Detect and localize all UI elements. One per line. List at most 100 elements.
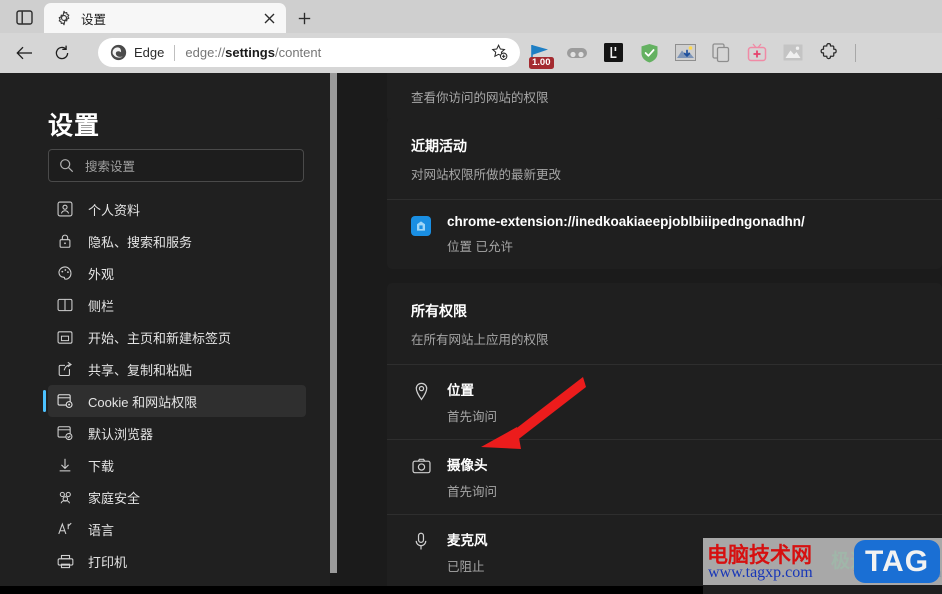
sidebar-item-label: 侧栏 xyxy=(88,298,115,314)
extension-page-icon xyxy=(411,216,431,236)
site-permissions-overview-card: · 查看你访问的网站的权限 xyxy=(387,73,942,122)
image-download-extension-icon[interactable] xyxy=(672,40,698,66)
adguard-shield-extension-icon[interactable] xyxy=(636,40,662,66)
address-bar[interactable]: Edge edge://settings/content xyxy=(98,38,520,67)
omnibox-brand-label: Edge xyxy=(134,45,165,60)
overview-card-sub: 查看你访问的网站的权限 xyxy=(411,91,549,105)
sidebar-item-label: 个人资料 xyxy=(88,202,141,218)
sidebar-item-profile[interactable]: 个人资料 xyxy=(48,193,306,225)
search-settings-input[interactable]: 搜索设置 xyxy=(85,156,135,175)
page-scrollbar[interactable] xyxy=(330,73,338,594)
permission-row-location[interactable]: 位置 首先询问 xyxy=(387,364,942,439)
sidebar-item-label: 默认浏览器 xyxy=(88,426,154,442)
bottom-black-strip xyxy=(0,586,703,594)
tv-extension-icon[interactable] xyxy=(744,40,770,66)
edge-logo-icon xyxy=(110,44,127,61)
lock-icon xyxy=(56,232,74,250)
split-screen-icon[interactable] xyxy=(8,5,40,29)
url-path: /content xyxy=(274,45,322,60)
cookie-gear-icon xyxy=(56,392,74,410)
tab-title: 设置 xyxy=(81,12,107,27)
browser-window: 设置 Edge edge://settings/content 1.00 设置 … xyxy=(0,0,942,594)
share-icon xyxy=(56,360,74,378)
location-pin-icon xyxy=(411,381,431,401)
sidebar-icon xyxy=(56,296,74,314)
omnibox-divider xyxy=(174,44,176,61)
home-tab-icon xyxy=(56,328,74,346)
permission-row-camera[interactable]: 摄像头 首先询问 xyxy=(387,439,942,514)
all-permissions-title: 所有权限 xyxy=(411,303,467,319)
profile-icon xyxy=(56,200,74,218)
sidebar-item-family-safety[interactable]: 家庭安全 xyxy=(48,481,306,513)
toolbar-divider xyxy=(855,43,856,62)
flag-extension-icon[interactable]: 1.00 xyxy=(528,40,554,69)
sidebar-item-cookies-site-permissions[interactable]: Cookie 和网站权限 xyxy=(43,385,306,417)
watermark-site-url: www.tagxp.com xyxy=(708,564,813,581)
family-icon xyxy=(56,488,74,506)
extension-toolbar: 1.00 xyxy=(528,38,859,69)
watermark: 极速下载 www.3x27.com 电脑技术网 www.tagxp.com TA… xyxy=(703,538,942,585)
sidebar-item-default-browser[interactable]: 默认浏览器 xyxy=(48,417,306,449)
close-icon[interactable] xyxy=(258,7,280,29)
microphone-icon xyxy=(411,531,431,551)
page-title: 设置 xyxy=(48,112,101,140)
recent-activity-head: 近期活动 对网站权限所做的最新更改 xyxy=(387,118,942,199)
sidebar-item-sidebar[interactable]: 侧栏 xyxy=(48,289,306,321)
permission-camera-body: 摄像头 首先询问 xyxy=(447,454,918,500)
recent-activity-entry-status: 位置 已允许 xyxy=(447,240,513,254)
puzzle-extensions-icon[interactable] xyxy=(816,40,842,66)
sidebar-item-label: 共享、复制和粘贴 xyxy=(88,362,193,378)
sidebar-item-label: 外观 xyxy=(88,266,115,282)
default-browser-icon xyxy=(56,424,74,442)
picture-extension-icon[interactable] xyxy=(780,40,806,66)
sidebar-item-downloads[interactable]: 下载 xyxy=(48,449,306,481)
sidebar-item-label: 打印机 xyxy=(88,554,128,570)
recent-activity-sub: 对网站权限所做的最新更改 xyxy=(411,168,562,182)
all-permissions-head: 所有权限 在所有网站上应用的权限 xyxy=(387,283,942,364)
language-icon xyxy=(56,520,74,538)
watermark-tag-logo: TAG xyxy=(854,540,940,583)
gear-icon xyxy=(56,10,72,26)
url-host: settings xyxy=(225,45,275,60)
download-icon xyxy=(56,456,74,474)
permission-status: 首先询问 xyxy=(447,410,498,424)
letter-l-extension-icon[interactable] xyxy=(600,40,626,66)
url-prefix: edge:// xyxy=(185,45,226,60)
camera-icon xyxy=(411,456,431,476)
sidebar-item-start-home-newtab[interactable]: 开始、主页和新建标签页 xyxy=(48,321,306,353)
recent-activity-entry-body: chrome-extension://inedkoakiaeepjoblbiii… xyxy=(447,214,918,255)
goggles-extension-icon[interactable] xyxy=(564,40,590,66)
sidebar-item-appearance[interactable]: 外观 xyxy=(48,257,306,289)
omnibox-url[interactable]: edge://settings/content xyxy=(185,45,487,60)
page-scrollbar-thumb[interactable] xyxy=(330,73,337,573)
sidebar-nav-list: 个人资料 隐私、搜索和服务 外观 侧栏 开始、主页和新建标签页 共享、复制和粘贴… xyxy=(0,193,330,594)
permission-location-body: 位置 首先询问 xyxy=(447,379,918,425)
recent-activity-entry[interactable]: chrome-extension://inedkoakiaeepjoblbiii… xyxy=(387,199,942,269)
sidebar-item-label: 家庭安全 xyxy=(88,490,141,506)
permission-status: 首先询问 xyxy=(447,485,498,499)
sidebar-item-privacy[interactable]: 隐私、搜索和服务 xyxy=(48,225,306,257)
watermark-tag-text: TAG xyxy=(864,544,930,578)
recent-activity-entry-title: chrome-extension://inedkoakiaeepjoblbiii… xyxy=(447,214,805,229)
new-tab-button[interactable] xyxy=(291,5,317,31)
back-arrow-icon[interactable] xyxy=(10,40,38,66)
recent-activity-title: 近期活动 xyxy=(411,138,467,154)
copy-pages-extension-icon[interactable] xyxy=(708,40,734,66)
permission-title: 位置 xyxy=(447,383,474,398)
recent-activity-card: 近期活动 对网站权限所做的最新更改 chrome-extension://ine… xyxy=(387,118,942,269)
printer-icon xyxy=(56,552,74,570)
sidebar-item-label: Cookie 和网站权限 xyxy=(88,394,198,410)
tab-settings[interactable]: 设置 xyxy=(44,3,286,33)
sidebar-item-label: 语言 xyxy=(88,522,115,538)
reload-icon[interactable] xyxy=(48,40,76,66)
sidebar-item-languages[interactable]: 语言 xyxy=(48,513,306,545)
sidebar-item-printers[interactable]: 打印机 xyxy=(48,545,306,577)
settings-sidebar: 设置 搜索设置 个人资料 隐私、搜索和服务 外观 侧栏 开始、主页和新建标签页 … xyxy=(0,73,330,594)
flag-extension-badge: 1.00 xyxy=(529,56,554,69)
all-permissions-sub: 在所有网站上应用的权限 xyxy=(411,333,549,347)
add-favorite-star-icon[interactable] xyxy=(487,41,511,65)
permission-title: 摄像头 xyxy=(447,458,488,473)
overview-card-head: · 查看你访问的网站的权限 xyxy=(387,73,942,122)
sidebar-item-share-copy-paste[interactable]: 共享、复制和粘贴 xyxy=(48,353,306,385)
search-settings-box[interactable]: 搜索设置 xyxy=(48,149,304,182)
